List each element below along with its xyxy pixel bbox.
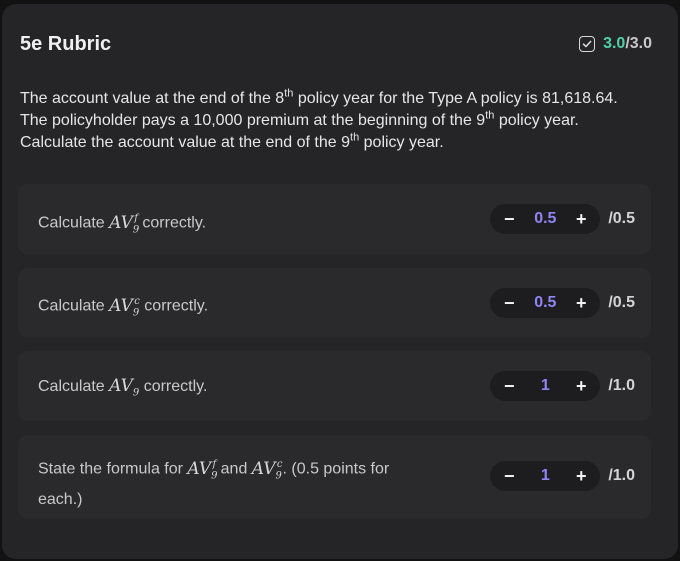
rubric-item: Calculate AV9f correctly. − 0.5 + /0.5 [18, 184, 651, 254]
prompt-superscript: th [350, 131, 360, 144]
checkbox-checked-icon [579, 36, 596, 52]
stepper-value[interactable]: 0.5 [534, 210, 556, 228]
increment-button[interactable]: + [572, 466, 590, 487]
prompt-text: policy year. [359, 134, 444, 151]
rubric-item-description: State the formula for AV9f and AV9c. (0.… [38, 458, 390, 509]
math-expression: AV9 [109, 376, 140, 399]
max-points: /0.5 [608, 210, 635, 227]
prompt-superscript: th [485, 109, 495, 122]
math-expression: AV9c [109, 295, 140, 319]
math-expression: AV9f [109, 212, 140, 236]
stepper-control: − 1 + [490, 371, 601, 401]
score-total: /3.0 [625, 35, 652, 52]
max-points: /1.0 [608, 467, 635, 484]
increment-button[interactable]: + [572, 209, 590, 230]
stepper-control: − 0.5 + [490, 204, 601, 234]
rubric-item-description: Calculate AV9 correctly. [38, 376, 208, 399]
rubric-card: 5e Rubric 3.0/3.0 The account value at t… [2, 4, 678, 559]
rubric-item-description: Calculate AV9f correctly. [38, 212, 207, 236]
increment-button[interactable]: + [572, 293, 590, 314]
prompt-superscript: th [284, 87, 294, 100]
stepper-control: − 0.5 + [490, 288, 601, 318]
decrement-button[interactable]: − [500, 376, 518, 397]
stepper-value[interactable]: 1 [541, 467, 550, 485]
rubric-item-description: Calculate AV9c correctly. [38, 295, 209, 319]
rubric-title: 5e Rubric [20, 32, 112, 55]
score-earned: 3.0 [603, 35, 626, 52]
score-stepper: − 1 + /1.0 [490, 461, 635, 491]
score-stepper: − 0.5 + /0.5 [490, 288, 635, 318]
rubric-header: 5e Rubric 3.0/3.0 [20, 30, 652, 58]
math-expression: AV9c [251, 458, 283, 482]
stepper-value[interactable]: 0.5 [534, 294, 556, 312]
increment-button[interactable]: + [572, 376, 590, 397]
stepper-control: − 1 + [490, 461, 601, 491]
score-summary: 3.0/3.0 [579, 35, 652, 53]
max-points: /1.0 [608, 377, 635, 394]
rubric-item: State the formula for AV9f and AV9c. (0.… [18, 435, 651, 519]
rubric-item: Calculate AV9 correctly. − 1 + /1.0 [18, 351, 651, 421]
stepper-value[interactable]: 1 [541, 377, 550, 395]
rubric-item: Calculate AV9c correctly. − 0.5 + /0.5 [18, 268, 651, 338]
prompt-text: The account value at the end of the 8 [20, 90, 285, 107]
question-prompt: The account value at the end of the 8th … [20, 88, 620, 154]
score-stepper: − 1 + /1.0 [490, 371, 635, 401]
decrement-button[interactable]: − [500, 293, 518, 314]
decrement-button[interactable]: − [500, 209, 518, 230]
score-stepper: − 0.5 + /0.5 [490, 204, 635, 234]
max-points: /0.5 [608, 294, 635, 311]
math-expression: AV9f [187, 458, 218, 482]
decrement-button[interactable]: − [500, 466, 518, 487]
